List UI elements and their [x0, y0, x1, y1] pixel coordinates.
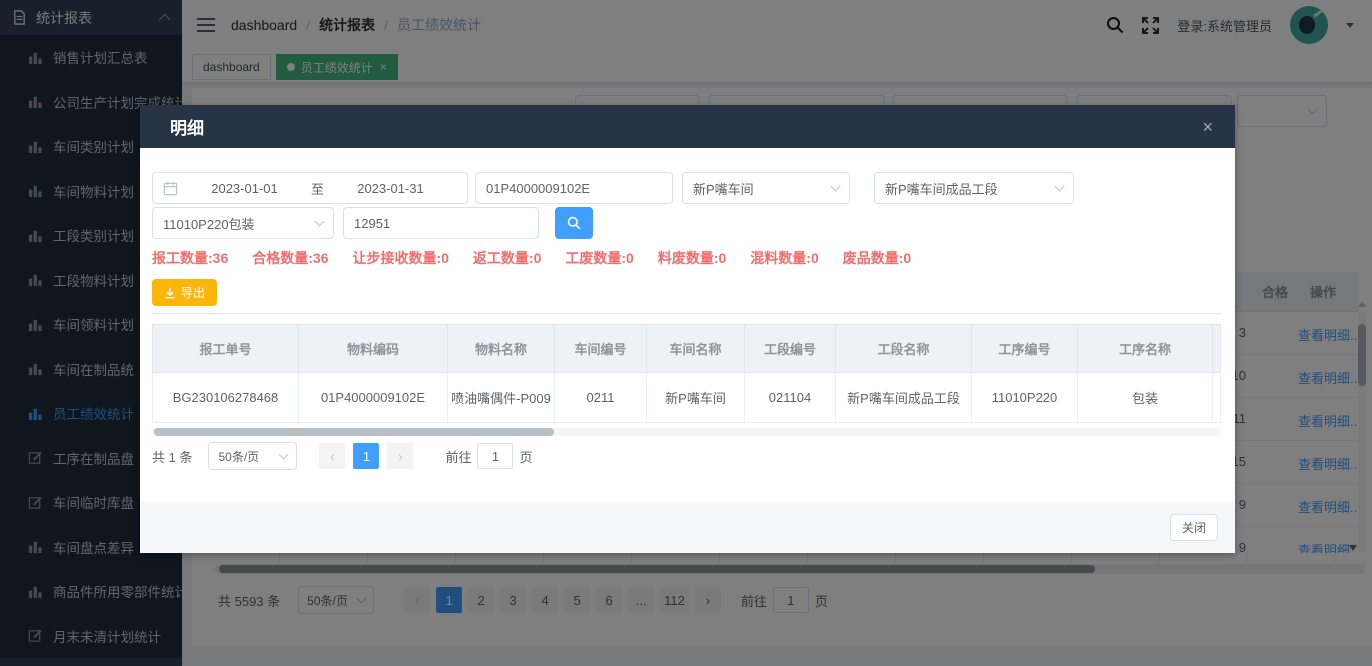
modal-close-icon[interactable]: × — [1202, 118, 1213, 136]
col-workshop-no: 车间编号 — [555, 325, 647, 373]
cell-section-name: 新P嘴车间成品工段 — [836, 373, 972, 423]
date-end-value: 2023-01-31 — [357, 181, 424, 196]
summary-stats: 报工数量:36 合格数量:36 让步接收数量:0 返工数量:0 工废数量:0 料… — [152, 248, 911, 268]
workshop-value: 新P嘴车间 — [693, 179, 754, 198]
page-unit-label: 页 — [519, 447, 532, 466]
section-select[interactable]: 新P嘴车间成品工段 — [874, 172, 1074, 204]
stat-concession-qty: 让步接收数量:0 — [352, 248, 448, 268]
modal-title: 明细 — [170, 114, 204, 139]
export-button[interactable]: 导出 — [152, 279, 217, 306]
stat-waste-qty: 废品数量:0 — [843, 248, 911, 268]
workshop-select[interactable]: 新P嘴车间 — [682, 172, 850, 204]
cell-workshop-name: 新P嘴车间 — [647, 373, 745, 423]
chevron-down-icon — [831, 181, 841, 191]
worker-no-field — [343, 207, 539, 239]
operation-select[interactable]: 11010P220包装 — [152, 207, 334, 239]
page-button-1[interactable]: 1 — [353, 443, 379, 469]
table-header-row: 报工单号 物料编码 物料名称 车间编号 车间名称 工段编号 工段名称 工序编号 … — [153, 325, 1221, 373]
cell-material-code: 01P4000009102E — [299, 373, 448, 423]
date-range-picker[interactable]: 2023-01-01 至 2023-01-31 — [152, 172, 468, 204]
col-report-no: 报工单号 — [153, 325, 299, 373]
col-clipped — [1213, 325, 1221, 373]
next-page-button[interactable]: › — [387, 443, 413, 469]
cell-operation-name: 包装 — [1078, 373, 1213, 423]
cell-operation-no: 11010P220 — [972, 373, 1078, 423]
divider — [152, 313, 1221, 314]
search-icon — [567, 216, 581, 230]
col-operation-name: 工序名称 — [1078, 325, 1213, 373]
calendar-icon — [163, 181, 178, 196]
table-row: BG230106278468 01P4000009102E 喷油嘴偶件-P009… — [153, 373, 1221, 423]
col-workshop-name: 车间名称 — [647, 325, 745, 373]
goto-page-input[interactable] — [477, 443, 513, 469]
col-section-no: 工段编号 — [745, 325, 836, 373]
worker-no-input[interactable] — [354, 216, 528, 231]
goto-page: 前往 页 — [445, 443, 532, 469]
section-value: 新P嘴车间成品工段 — [885, 179, 998, 198]
download-icon — [164, 287, 176, 299]
cell-workshop-no: 0211 — [555, 373, 647, 423]
material-code-input[interactable] — [486, 181, 662, 196]
date-range-separator: 至 — [311, 179, 324, 198]
stat-reported-qty: 报工数量:36 — [152, 248, 228, 268]
cell-section-no: 021104 — [745, 373, 836, 423]
col-material-name: 物料名称 — [448, 325, 555, 373]
cell-clipped — [1213, 373, 1221, 423]
cell-material-name: 喷油嘴偶件-P009 — [448, 373, 555, 423]
modal-header: 明细 × — [140, 105, 1235, 148]
close-button[interactable]: 关闭 — [1170, 514, 1218, 541]
horizontal-scrollbar[interactable] — [152, 428, 1220, 436]
stat-mixed-material-qty: 混料数量:0 — [750, 248, 818, 268]
app-page: 统计报表 销售计划汇总表 公司生产计划完成统计 车间类别计划 车间物料计划 工段… — [0, 0, 1372, 666]
modal-footer: 关闭 — [140, 502, 1235, 553]
page-size-select[interactable]: 50条/页 — [208, 442, 297, 470]
goto-label: 前往 — [445, 447, 471, 466]
modal-pagination: 共 1 条 50条/页 ‹ 1 › 前往 页 — [152, 442, 533, 470]
material-code-field — [475, 172, 673, 204]
search-button[interactable] — [555, 207, 593, 239]
chevron-down-icon — [315, 216, 325, 226]
detail-table: 报工单号 物料编码 物料名称 车间编号 车间名称 工段编号 工段名称 工序编号 … — [152, 324, 1221, 423]
stat-process-scrap-qty: 工废数量:0 — [565, 248, 633, 268]
scrollbar-thumb[interactable] — [154, 428, 554, 436]
operation-value: 11010P220包装 — [163, 214, 255, 233]
date-start-value: 2023-01-01 — [211, 181, 278, 196]
stat-rework-qty: 返工数量:0 — [473, 248, 541, 268]
detail-modal: 明细 × 2023-01-01 至 2023-01-31 新P嘴车间 新P嘴车间… — [140, 105, 1235, 553]
chevron-down-icon — [279, 449, 289, 459]
col-material-code: 物料编码 — [299, 325, 448, 373]
col-section-name: 工段名称 — [836, 325, 972, 373]
total-count-label: 共 1 条 — [152, 447, 192, 466]
cell-report-no: BG230106278468 — [153, 373, 299, 423]
stat-qualified-qty: 合格数量:36 — [252, 248, 328, 268]
col-operation-no: 工序编号 — [972, 325, 1078, 373]
chevron-down-icon — [1055, 181, 1065, 191]
page-size-value: 50条/页 — [218, 448, 259, 465]
stat-material-scrap-qty: 料废数量:0 — [658, 248, 726, 268]
export-label: 导出 — [181, 284, 205, 301]
prev-page-button[interactable]: ‹ — [319, 443, 345, 469]
